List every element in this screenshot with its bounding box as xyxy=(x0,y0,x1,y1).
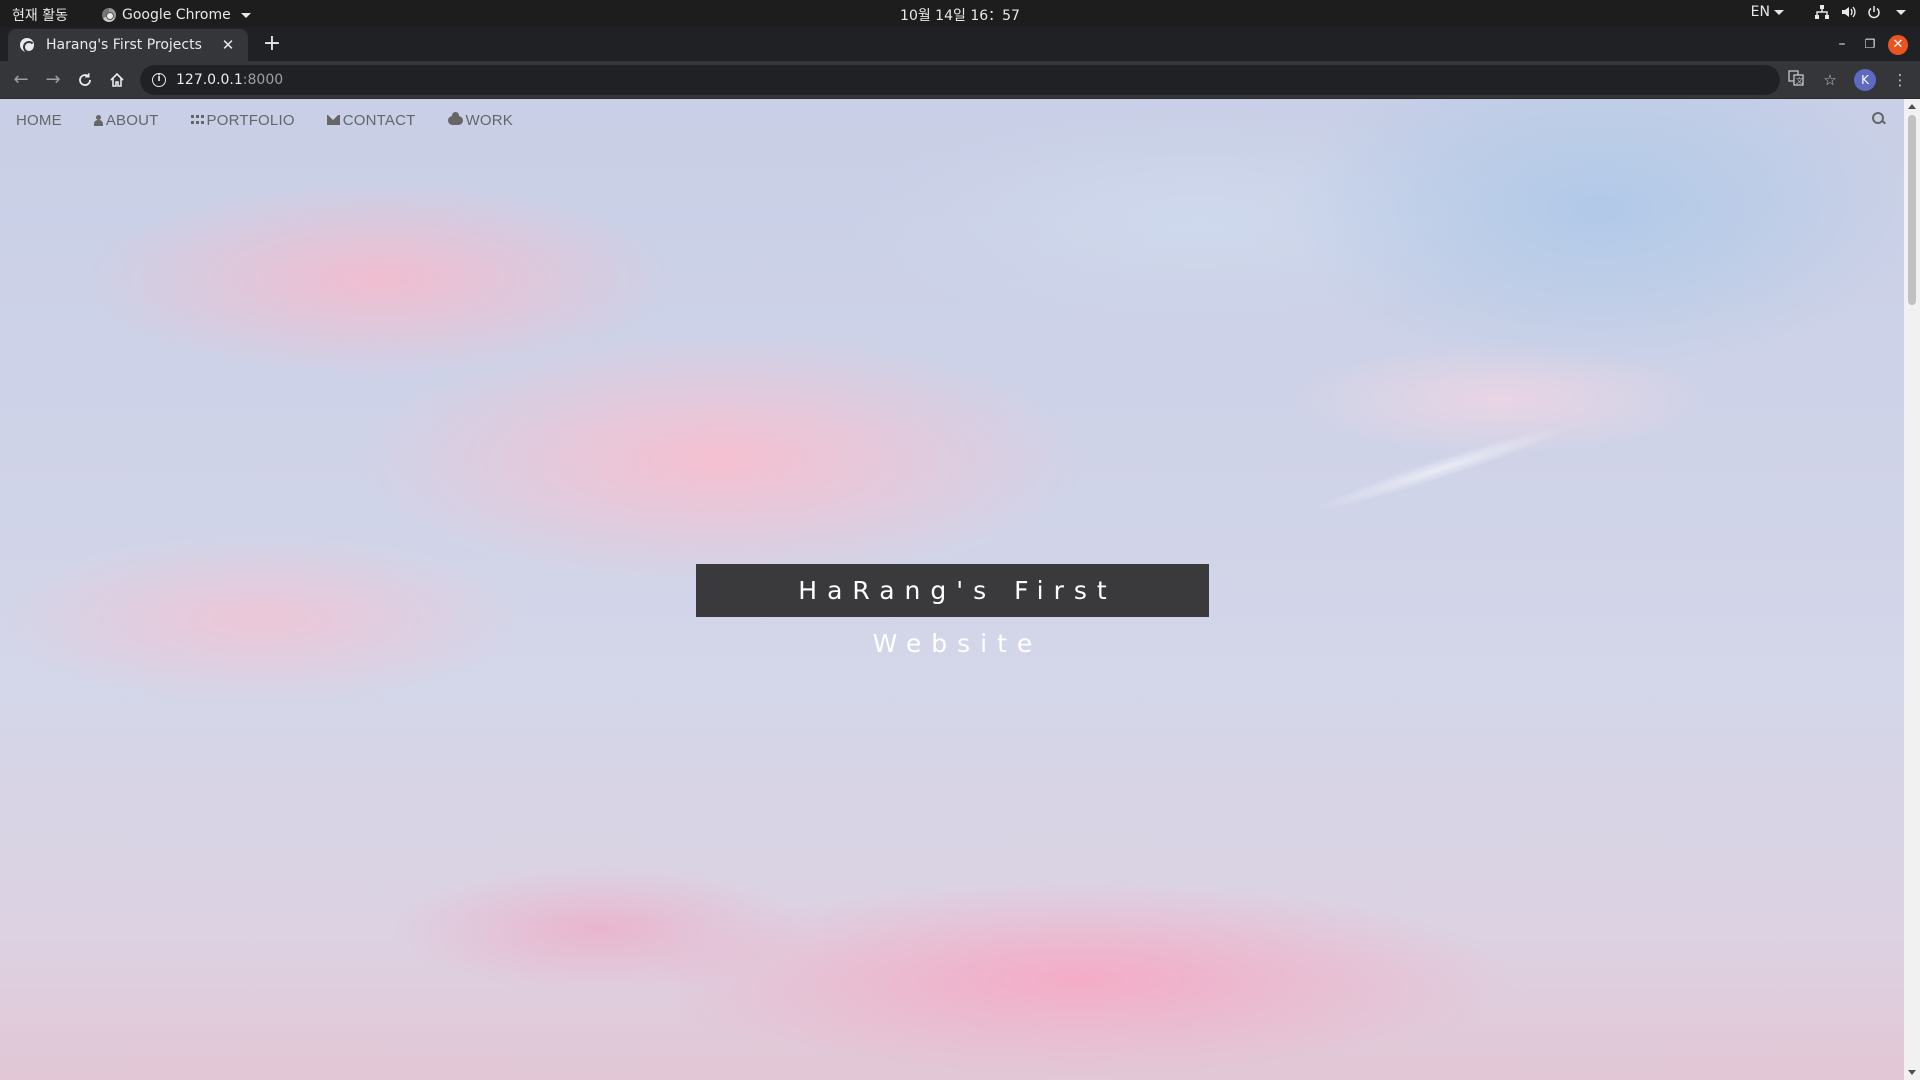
volume-icon[interactable] xyxy=(1840,4,1856,20)
grid-icon xyxy=(190,114,204,126)
chevron-down-icon[interactable] xyxy=(1896,9,1906,15)
language-selector[interactable]: EN xyxy=(1751,4,1784,20)
tab-active[interactable]: Harang's First Projects ✕ xyxy=(8,29,248,61)
nav-contact-label: CONTACT xyxy=(342,111,416,129)
os-top-bar: 현재 활동 Google Chrome 10월 14일 16：57 EN xyxy=(0,0,1920,27)
nav-portfolio-label: PORTFOLIO xyxy=(206,111,295,129)
restore-icon[interactable]: ❐ xyxy=(1858,33,1882,57)
nav-portfolio[interactable]: PORTFOLIO xyxy=(190,111,295,129)
network-icon[interactable] xyxy=(1814,4,1830,20)
new-tab-button[interactable]: + xyxy=(260,33,284,57)
scroll-up-icon[interactable] xyxy=(1908,104,1916,109)
nav-about[interactable]: ABOUT xyxy=(93,111,159,129)
browser-toolbar: ← → i 127.0.0.1 :8000 文 ☆ K ⋮ xyxy=(0,61,1920,99)
address-bar[interactable]: i 127.0.0.1 :8000 xyxy=(140,65,1780,95)
reload-icon[interactable] xyxy=(73,68,97,92)
translate-icon[interactable]: 文 xyxy=(1786,70,1806,90)
forward-icon[interactable]: → xyxy=(41,68,65,92)
chevron-down-icon xyxy=(1774,9,1784,15)
tab-strip: Harang's First Projects ✕ + – ❐ ✕ xyxy=(0,27,1920,61)
toolbar-actions: 文 ☆ K ⋮ xyxy=(1786,69,1910,91)
url-host: 127.0.0.1 xyxy=(176,72,243,88)
minimize-icon[interactable]: – xyxy=(1830,33,1854,57)
nav-home-label: HOME xyxy=(16,111,62,129)
nav-work[interactable]: WORK xyxy=(447,111,513,129)
cloud-icon xyxy=(447,111,463,125)
back-icon[interactable]: ← xyxy=(9,68,33,92)
page-scrollbar[interactable] xyxy=(1904,99,1920,1080)
system-tray: EN xyxy=(1751,4,1906,20)
profile-avatar[interactable]: K xyxy=(1854,69,1876,91)
svg-text:文: 文 xyxy=(1796,76,1803,85)
site-info-icon[interactable]: i xyxy=(152,73,166,87)
site-navbar: HOME ABOUT PORTFOLIO CONTACT WORK xyxy=(0,99,1904,141)
nav-home[interactable]: HOME xyxy=(16,112,62,129)
power-icon[interactable] xyxy=(1866,4,1882,20)
globe-icon xyxy=(20,38,35,53)
clock[interactable]: 10월 14일 16：57 xyxy=(0,5,1920,25)
url-port: :8000 xyxy=(242,72,284,88)
nav-contact[interactable]: CONTACT xyxy=(326,111,416,129)
home-icon[interactable] xyxy=(105,68,129,92)
tab-title: Harang's First Projects xyxy=(46,37,202,53)
kebab-menu-icon[interactable]: ⋮ xyxy=(1890,70,1910,90)
scroll-thumb[interactable] xyxy=(1908,115,1916,305)
envelope-icon xyxy=(326,115,340,125)
scroll-down-icon[interactable] xyxy=(1908,1070,1916,1075)
user-icon xyxy=(93,114,103,126)
nav-work-label: WORK xyxy=(465,111,513,129)
page-viewport: HOME ABOUT PORTFOLIO CONTACT WORK HaRang… xyxy=(0,99,1904,1080)
nav-about-label: ABOUT xyxy=(105,111,159,129)
bookmark-star-icon[interactable]: ☆ xyxy=(1820,70,1840,90)
hero-title: HaRang's First Website xyxy=(696,564,1209,658)
language-label: EN xyxy=(1750,4,1770,20)
search-icon[interactable] xyxy=(1872,112,1886,126)
close-tab-icon[interactable]: ✕ xyxy=(220,36,236,54)
window-close-icon[interactable]: ✕ xyxy=(1888,35,1908,55)
